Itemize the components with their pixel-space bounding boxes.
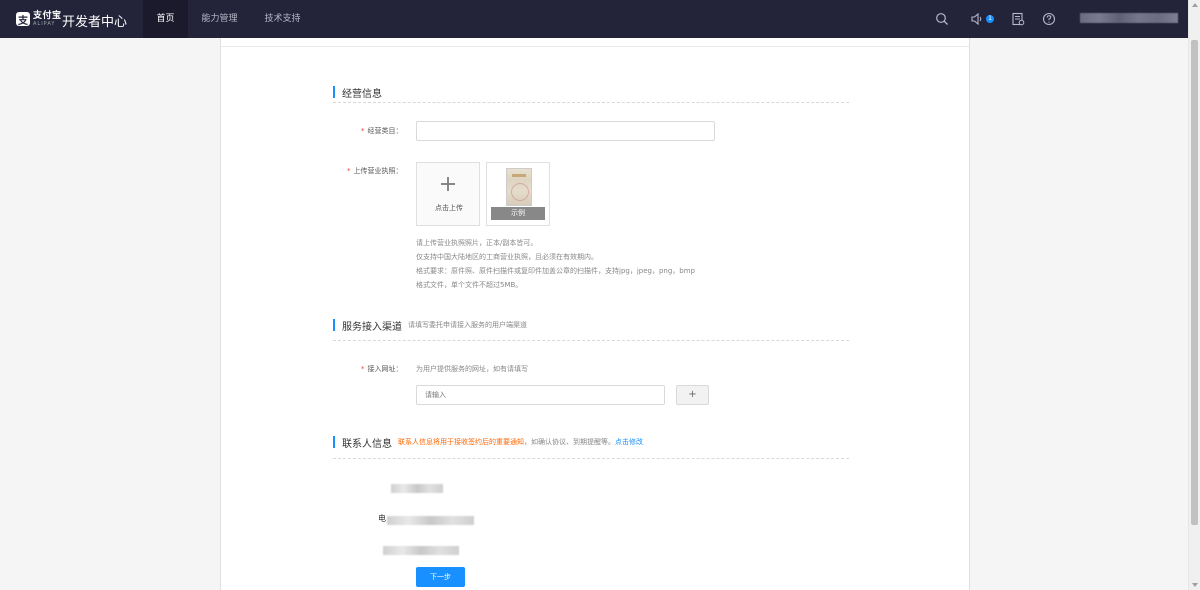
section-divider (333, 340, 849, 341)
help-icon[interactable] (1042, 12, 1056, 26)
page-scrollbar[interactable] (1188, 0, 1200, 590)
url-input[interactable] (416, 385, 665, 405)
license-label-text: 上传营业执照： (353, 167, 403, 175)
license-example-image (506, 168, 532, 206)
license-example[interactable]: 示例 (486, 162, 550, 226)
section-contact: 联系人信息 联系人信息将用于接收签约后的重要通知，如确认协议、到期提醒等。点击修… (333, 436, 643, 450)
contact-notice-detail: ，如确认协议、到期提醒等。 (524, 438, 615, 446)
upload-text: 点击上传 (435, 204, 463, 212)
license-label: * 上传营业执照： (347, 166, 403, 176)
scroll-thumb[interactable] (1191, 40, 1198, 525)
section-title-channel: 服务接入渠道 (342, 321, 402, 333)
license-hint-3: 格式要求：原件照、原件扫描件或复印件加盖公章的扫描件，支持jpg，jpeg，pn… (416, 267, 695, 275)
required-mark: * (347, 167, 351, 175)
section-title-business: 经营信息 (342, 88, 382, 100)
section-marker (333, 86, 335, 98)
user-account-name[interactable] (1080, 13, 1178, 23)
form-card: 经营信息 * 经营类目： * 上传营业执照： 点击上传 示例 请上传营业执照照片，正… (220, 38, 970, 590)
search-icon[interactable] (935, 12, 949, 26)
scroll-down-arrow[interactable] (1192, 583, 1198, 587)
contact-email-redacted (383, 546, 459, 555)
notification-badge: 1 (986, 15, 994, 23)
contact-phone-label: 电 (378, 514, 386, 523)
contact-phone-redacted (387, 516, 474, 525)
section-marker (333, 319, 335, 331)
required-mark: * (361, 365, 365, 373)
url-label: * 接入网址： (361, 364, 403, 374)
section-channel: 服务接入渠道 请填写委托申请接入服务的用户端渠道 (333, 319, 527, 333)
contact-edit-link[interactable]: 点击修改 (615, 438, 643, 446)
contact-name-redacted (391, 484, 443, 493)
section-business: 经营信息 (333, 86, 382, 100)
license-upload-button[interactable]: 点击上传 (416, 162, 480, 226)
document-icon[interactable] (1011, 12, 1025, 26)
card-divider (221, 46, 969, 47)
top-navigation-bar: 支 支付宝 ALIPAY 开发者中心 首页 能力管理 技术支持 1 (0, 0, 1188, 38)
url-label-text: 接入网址： (367, 365, 403, 373)
logo-en-text: ALIPAY (33, 20, 56, 27)
add-url-button[interactable]: + (676, 385, 709, 405)
required-mark: * (361, 127, 365, 135)
section-subtitle-contact: 联系人信息将用于接收签约后的重要通知，如确认协议、到期提醒等。点击修改 (398, 437, 643, 447)
site-title[interactable]: 开发者中心 (62, 11, 127, 30)
contact-notice: 联系人信息将用于接收签约后的重要通知 (398, 438, 524, 446)
alipay-logo[interactable]: 支 支付宝 ALIPAY (16, 10, 62, 28)
section-subtitle-channel: 请填写委托申请接入服务的用户端渠道 (408, 321, 527, 329)
nav-item-support[interactable]: 技术支持 (251, 0, 314, 38)
section-title-contact: 联系人信息 (342, 438, 392, 450)
section-divider (333, 458, 849, 459)
license-hint-4: 格式文件，单个文件不超过5MB。 (416, 281, 523, 289)
license-hint-1: 请上传营业执照照片，正本/副本皆可。 (416, 239, 538, 247)
scroll-up-arrow[interactable] (1192, 3, 1198, 7)
plus-icon (441, 177, 455, 191)
url-hint: 为用户提供服务的网址，如有请填写 (416, 365, 528, 373)
example-label: 示例 (491, 207, 545, 220)
category-label-text: 经营类目： (367, 127, 403, 135)
logo-cn-text: 支付宝 (33, 10, 62, 21)
category-input[interactable] (416, 121, 715, 141)
section-divider (333, 102, 849, 103)
license-hint-2: 仅支持中国大陆地区的工商营业执照，且必须在有效期内。 (416, 253, 598, 261)
speaker-icon[interactable] (970, 12, 984, 26)
section-marker (333, 436, 335, 448)
nav-item-capability[interactable]: 能力管理 (188, 0, 251, 38)
next-step-button[interactable]: 下一步 (416, 567, 465, 587)
alipay-logo-icon: 支 (16, 12, 30, 27)
nav-item-home[interactable]: 首页 (143, 0, 188, 38)
category-label: * 经营类目： (361, 126, 403, 136)
